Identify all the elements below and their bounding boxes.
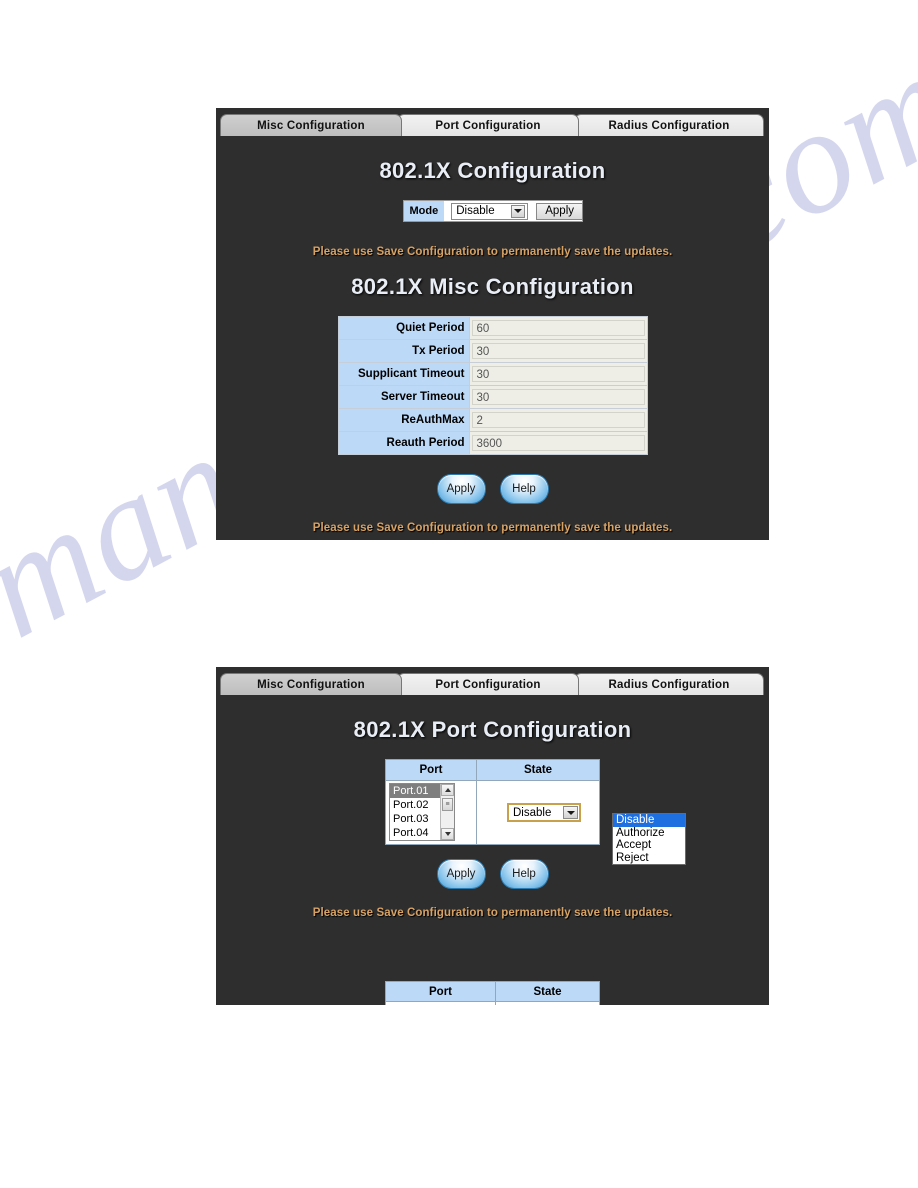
misc-button-row: Apply Help <box>216 474 769 504</box>
field-label-server-timeout: Server Timeout <box>337 385 470 409</box>
table-header-row: Port State <box>385 981 600 1002</box>
field-label-reauthmax: ReAuthMax <box>337 408 470 432</box>
scrollbar-thumb[interactable]: ≡ <box>442 798 453 811</box>
chevron-down-icon[interactable] <box>511 204 526 218</box>
tx-period-input[interactable]: 30 <box>471 343 645 359</box>
table-row: Reauth Period 3600 <box>337 431 648 455</box>
triangle-down-icon[interactable] <box>441 828 454 840</box>
table-row: Port.01 Port.02 Port.03 Port.04 ≡ Disabl… <box>385 780 600 845</box>
reauth-period-input[interactable]: 3600 <box>471 435 645 451</box>
page-title-802-1x-configuration: 802.1X Configuration <box>379 158 606 183</box>
column-header-state: State <box>476 759 600 781</box>
dropdown-option-accept[interactable]: Accept <box>613 839 685 852</box>
tab-misc-configuration[interactable]: Misc Configuration <box>220 673 402 695</box>
mode-select-value: Disable <box>456 205 495 217</box>
port-list-cell: Port.01 Port.02 Port.03 Port.04 ≡ <box>385 780 477 845</box>
server-timeout-input[interactable]: 30 <box>471 389 645 405</box>
mode-select[interactable]: Disable <box>451 202 529 220</box>
table-row: Supplicant Timeout 30 <box>337 362 648 386</box>
table-row: Port.01 Disable <box>385 1001 600 1005</box>
column-header-port: Port <box>385 759 477 781</box>
port-configuration-table: Port State Port.01 Port.02 Port.03 Port.… <box>385 759 600 845</box>
table-row: Quiet Period 60 <box>337 316 648 340</box>
port-configuration-screenshot: Misc Configuration Port Configuration Ra… <box>216 667 769 1005</box>
triangle-up-icon[interactable] <box>441 784 454 796</box>
state-select-value: Disable <box>513 806 552 819</box>
field-label-tx-period: Tx Period <box>337 339 470 363</box>
cell-port: Port.01 <box>385 1001 496 1005</box>
section-title-misc-configuration: 802.1X Misc Configuration <box>351 274 634 299</box>
field-cell-server-timeout[interactable]: 30 <box>468 385 648 409</box>
cell-state: Disable <box>495 1001 600 1005</box>
table-row: Tx Period 30 <box>337 339 648 363</box>
tab-radius-configuration[interactable]: Radius Configuration <box>574 673 764 695</box>
reauthmax-input[interactable]: 2 <box>471 412 645 428</box>
state-select[interactable]: Disable <box>507 803 581 822</box>
chevron-down-icon[interactable] <box>563 806 578 819</box>
table-row: ReAuthMax 2 <box>337 408 648 432</box>
tab-misc-configuration[interactable]: Misc Configuration <box>220 114 402 136</box>
supplicant-timeout-input[interactable]: 30 <box>471 366 645 382</box>
field-cell-reauthmax[interactable]: 2 <box>468 408 648 432</box>
apply-button[interactable]: Apply <box>436 474 486 504</box>
mode-bar: Mode Disable Apply <box>402 200 584 222</box>
port-state-result-table: Port State Port.01 Disable <box>385 981 600 1005</box>
save-configuration-notice-top: Please use Save Configuration to permane… <box>312 246 673 258</box>
field-label-reauth-period: Reauth Period <box>337 431 470 455</box>
column-header-state: State <box>495 981 600 1002</box>
save-configuration-notice: Please use Save Configuration to permane… <box>312 907 673 919</box>
field-cell-reauth-period[interactable]: 3600 <box>468 431 648 455</box>
field-cell-quiet-period[interactable]: 60 <box>468 316 648 340</box>
tab-port-configuration[interactable]: Port Configuration <box>397 114 579 136</box>
tab-radius-configuration[interactable]: Radius Configuration <box>574 114 764 136</box>
save-configuration-notice-bottom: Please use Save Configuration to permane… <box>312 522 673 534</box>
mode-apply-button[interactable]: Apply <box>536 202 584 220</box>
state-select-cell: Disable <box>476 780 600 845</box>
field-label-supplicant-timeout: Supplicant Timeout <box>337 362 470 386</box>
table-header-row: Port State <box>385 759 600 781</box>
port-listbox[interactable]: Port.01 Port.02 Port.03 Port.04 ≡ <box>389 783 455 841</box>
misc-configuration-table: Quiet Period 60 Tx Period 30 Supplicant … <box>337 316 648 455</box>
page-title-802-1x-port-configuration: 802.1X Port Configuration <box>353 717 632 742</box>
quiet-period-input[interactable]: 60 <box>471 320 645 336</box>
tab-strip-port: Misc Configuration Port Configuration Ra… <box>220 673 765 699</box>
apply-button[interactable]: Apply <box>436 859 486 889</box>
tab-strip-misc: Misc Configuration Port Configuration Ra… <box>220 114 765 140</box>
column-header-port: Port <box>385 981 496 1002</box>
misc-configuration-screenshot: Misc Configuration Port Configuration Ra… <box>216 108 769 540</box>
port-button-row: Apply Help <box>216 859 769 889</box>
state-dropdown-open-list[interactable]: Disable Authorize Accept Reject <box>612 813 686 865</box>
mode-label: Mode <box>403 201 445 221</box>
table-row: Server Timeout 30 <box>337 385 648 409</box>
tab-port-configuration[interactable]: Port Configuration <box>397 673 579 695</box>
field-cell-tx-period[interactable]: 30 <box>468 339 648 363</box>
dropdown-option-disable[interactable]: Disable <box>613 814 685 827</box>
help-button[interactable]: Help <box>499 474 549 504</box>
field-label-quiet-period: Quiet Period <box>337 316 470 340</box>
dropdown-option-authorize[interactable]: Authorize <box>613 827 685 840</box>
field-cell-supplicant-timeout[interactable]: 30 <box>468 362 648 386</box>
help-button[interactable]: Help <box>499 859 549 889</box>
port-listbox-scrollbar[interactable]: ≡ <box>440 784 454 840</box>
dropdown-option-reject[interactable]: Reject <box>613 852 685 865</box>
